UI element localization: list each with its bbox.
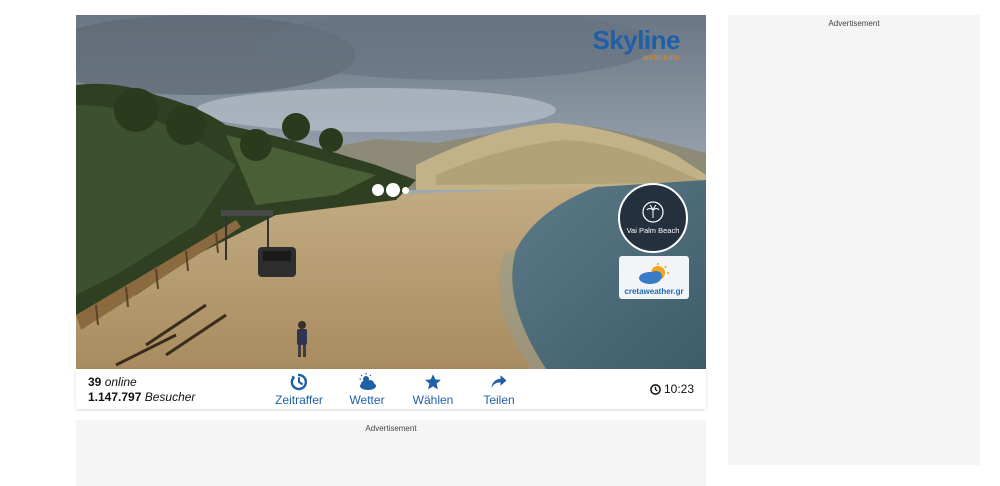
skyline-logo[interactable]: Skyline webcams [592,27,680,62]
visitor-count: 1.147.797 [88,390,142,404]
partner-badge[interactable]: cretaweather.gr [619,256,689,299]
online-label: online [104,375,137,389]
clock-icon [650,383,661,395]
star-icon [425,374,441,390]
webcam-player[interactable]: Skyline webcams Vai Palm Beach cretaweat… [76,15,706,369]
location-badge[interactable]: Vai Palm Beach [618,183,688,253]
weather-button[interactable]: Wetter [338,373,396,407]
partner-badge-label: cretaweather.gr [624,287,684,296]
palm-logo-icon [642,201,664,223]
vote-button[interactable]: Wählen [404,373,462,407]
weather-icon [359,373,376,390]
timelapse-icon [290,373,308,391]
share-button[interactable]: Teilen [470,373,528,407]
logo-text: Skyline [592,25,680,55]
timelapse-button[interactable]: Zeitraffer [270,373,328,407]
ad-banner-bottom[interactable]: Advertisement [76,420,706,486]
current-time: 10:23 [650,382,694,396]
visitor-label: Besucher [144,390,196,404]
vote-label: Wählen [412,393,454,407]
ad-label-bottom: Advertisement [365,424,417,433]
time-value: 10:23 [663,382,694,396]
location-badge-label: Vai Palm Beach [626,226,680,235]
viewer-stats: 39 online 1.147.797 Besucher [88,375,195,405]
info-bar: 39 online 1.147.797 Besucher Zeitraffer … [76,369,706,409]
share-label: Teilen [483,393,515,407]
share-icon [491,375,507,388]
weather-label: Wetter [349,393,385,407]
action-buttons: Zeitraffer Wetter Wählen Teilen [270,373,528,407]
sun-cloud-icon [639,263,669,284]
ad-banner-right[interactable]: Advertisement [728,15,980,465]
ad-label-right: Advertisement [828,19,880,28]
loading-dots [372,183,409,197]
logo-tagline: webcams [642,53,680,62]
online-count: 39 [88,375,102,389]
timelapse-label: Zeitraffer [275,393,323,407]
